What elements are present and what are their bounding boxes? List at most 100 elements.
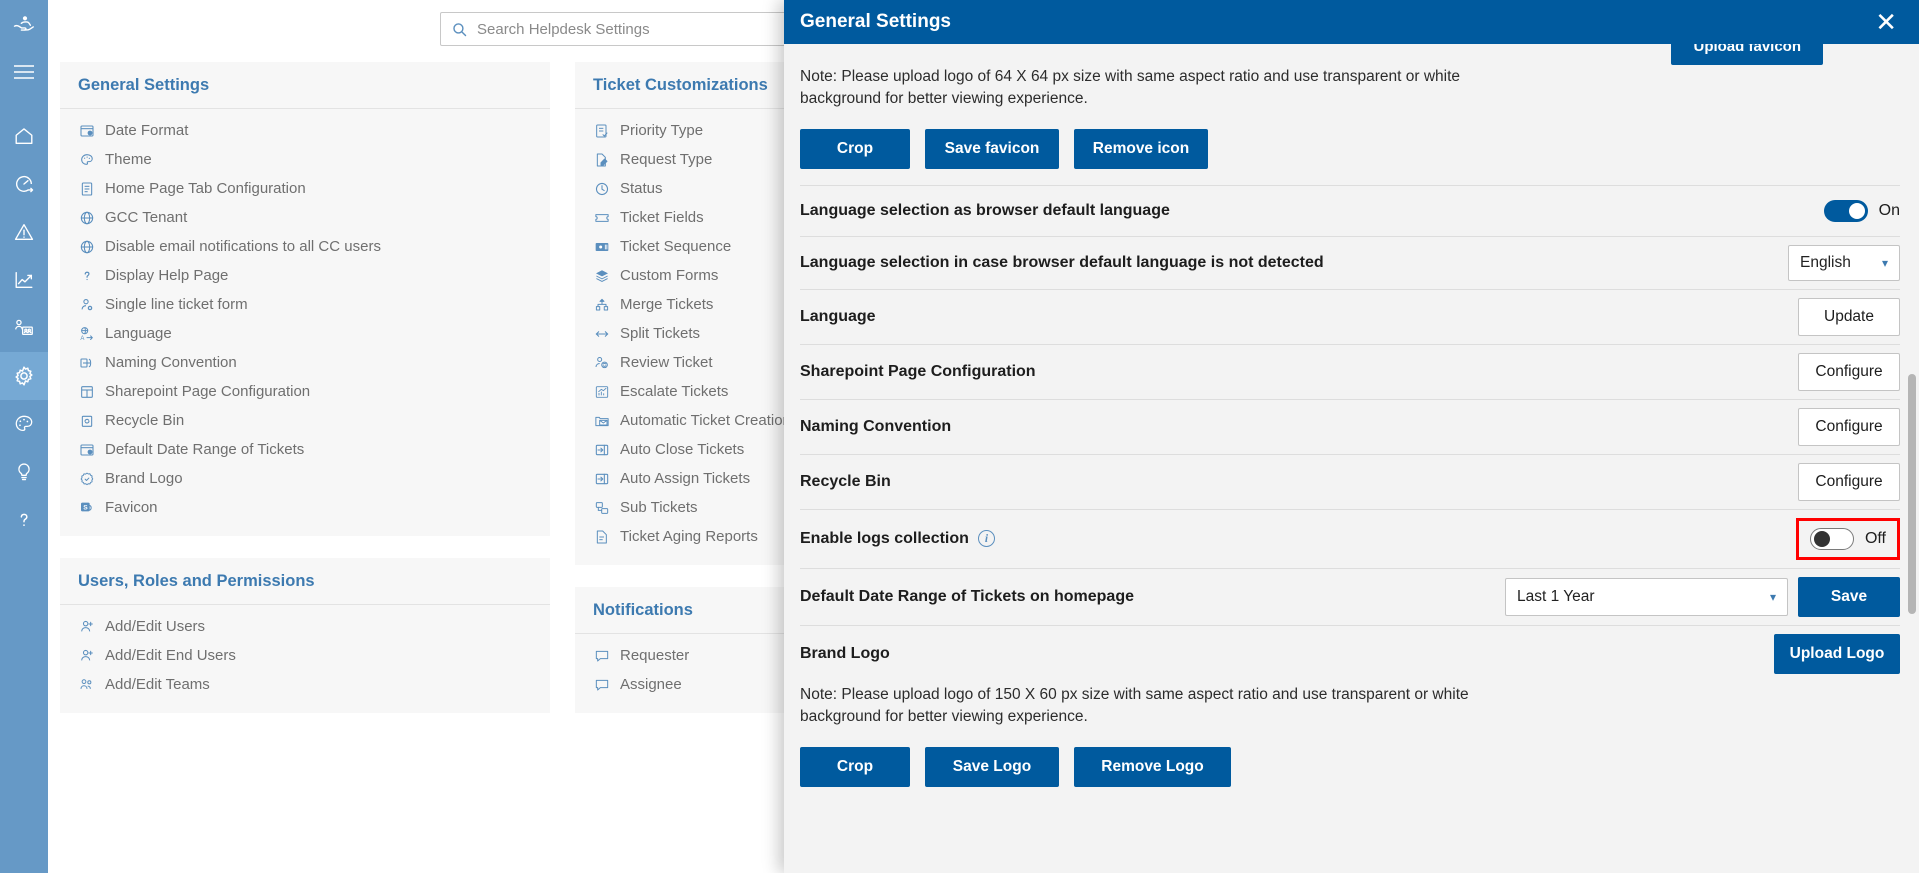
row-control: Upload Logo xyxy=(1774,633,1900,674)
setting-item-home-page-tab-configuration[interactable]: Home Page Tab Configuration xyxy=(60,174,550,203)
setting-label: Ticket Sequence xyxy=(620,238,732,255)
setting-item-disable-email-notifications[interactable]: Disable email notifications to all CC us… xyxy=(60,232,550,261)
setting-item-add-edit-users[interactable]: Add/Edit Users xyxy=(60,612,550,641)
setting-label: Disable email notifications to all CC us… xyxy=(105,238,381,255)
setting-label: Priority Type xyxy=(620,122,704,139)
setting-item-display-help-page[interactable]: Display Help Page xyxy=(60,261,550,290)
dashboard-speedometer-icon[interactable] xyxy=(0,160,48,208)
help-question-icon[interactable] xyxy=(0,496,48,544)
card-users-roles-permissions: Users, Roles and Permissions Add/Edit Us… xyxy=(60,558,550,713)
settings-column-1: General Settings Date Format Theme Home … xyxy=(60,62,550,735)
chevron-down-icon: ▾ xyxy=(1769,589,1776,604)
row-label: Language xyxy=(800,307,876,325)
logs-toggle-highlight-box: Off xyxy=(1795,517,1900,560)
language-update-button[interactable]: Update xyxy=(1798,297,1900,336)
question-mark-icon xyxy=(78,267,95,284)
upload-logo-button[interactable]: Upload Logo xyxy=(1774,633,1900,674)
modal-scrollbar-thumb[interactable] xyxy=(1908,374,1916,614)
teams-presentation-icon[interactable] xyxy=(0,304,48,352)
setting-label: Date Format xyxy=(105,122,189,139)
setting-item-language[interactable]: A Language xyxy=(60,319,550,348)
remove-icon-button[interactable]: Remove icon xyxy=(1074,128,1208,169)
escalate-chart-icon xyxy=(593,383,610,400)
setting-label: Add/Edit Teams xyxy=(105,676,210,693)
globe-icon xyxy=(78,238,95,255)
badge-check-icon xyxy=(78,470,95,487)
general-settings-modal: General Settings ✕ Upload favicon Note: … xyxy=(784,0,1919,873)
row-default-date-range: Default Date Range of Tickets on homepag… xyxy=(800,569,1900,625)
close-icon[interactable]: ✕ xyxy=(1875,9,1897,35)
row-label: Default Date Range of Tickets on homepag… xyxy=(800,587,1134,605)
setting-item-recycle-bin[interactable]: Recycle Bin xyxy=(60,406,550,435)
setting-item-sharepoint-page-configuration[interactable]: Sharepoint Page Configuration xyxy=(60,377,550,406)
row-control: Configure xyxy=(1798,462,1900,501)
recycle-bin-configure-button[interactable]: Configure xyxy=(1798,462,1900,501)
settings-gear-icon[interactable] xyxy=(0,352,48,400)
setting-item-brand-logo[interactable]: Brand Logo xyxy=(60,464,550,493)
setting-label: Auto Assign Tickets xyxy=(620,470,751,487)
row-language-fallback: Language selection in case browser defau… xyxy=(800,237,1900,289)
setting-item-date-format[interactable]: Date Format xyxy=(60,116,550,145)
enable-logs-collection-toggle[interactable] xyxy=(1809,527,1854,550)
setting-item-default-date-range[interactable]: Default Date Range of Tickets xyxy=(60,435,550,464)
setting-item-theme[interactable]: Theme xyxy=(60,145,550,174)
save-favicon-button[interactable]: Save favicon xyxy=(925,128,1059,169)
analytics-chart-icon[interactable] xyxy=(0,256,48,304)
date-range-save-button[interactable]: Save xyxy=(1798,576,1900,617)
row-brand-logo: Brand Logo Upload Logo xyxy=(800,626,1900,682)
add-end-user-icon xyxy=(78,647,95,664)
fallback-language-select[interactable]: English ▾ xyxy=(1788,244,1900,281)
info-icon[interactable]: i xyxy=(977,530,995,548)
save-logo-button[interactable]: Save Logo xyxy=(925,746,1059,787)
setting-item-single-line-ticket-form[interactable]: Single line ticket form xyxy=(60,290,550,319)
upload-favicon-button[interactable]: Upload favicon xyxy=(1671,44,1823,65)
row-language-browser-default: Language selection as browser default la… xyxy=(800,186,1900,236)
setting-label: Split Tickets xyxy=(620,325,701,342)
remove-logo-button[interactable]: Remove Logo xyxy=(1074,746,1231,787)
setting-item-naming-convention[interactable]: Naming Convention xyxy=(60,348,550,377)
modal-header: General Settings ✕ xyxy=(784,0,1919,44)
brand-logo-note: Note: Please upload logo of 150 X 60 px … xyxy=(800,685,1469,726)
row-label: Enable logs collection xyxy=(800,529,969,547)
left-nav-rail xyxy=(0,0,48,873)
setting-label: Recycle Bin xyxy=(105,412,185,429)
add-team-icon xyxy=(78,676,95,693)
toggle-state-label: On xyxy=(1878,201,1900,219)
row-control: English ▾ xyxy=(1788,244,1900,281)
alert-warning-icon[interactable] xyxy=(0,208,48,256)
helping-hand-logo-icon[interactable] xyxy=(0,0,48,48)
recycle-bin-icon xyxy=(78,412,95,429)
favicon-note: Note: Please upload logo of 64 X 64 px s… xyxy=(800,68,1460,108)
lightbulb-idea-icon[interactable] xyxy=(0,448,48,496)
ticket-fields-icon xyxy=(593,209,610,226)
setting-item-favicon[interactable]: S Favicon xyxy=(60,493,550,522)
palette-theme-icon[interactable] xyxy=(0,400,48,448)
hamburger-menu-icon[interactable] xyxy=(0,48,48,96)
browser-default-language-toggle[interactable] xyxy=(1823,199,1868,222)
toggle-knob xyxy=(1813,530,1830,547)
setting-item-gcc-tenant[interactable]: GCC Tenant xyxy=(60,203,550,232)
crop-logo-button[interactable]: Crop xyxy=(800,746,910,787)
card-items: Date Format Theme Home Page Tab Configur… xyxy=(60,109,550,536)
setting-label: Add/Edit End Users xyxy=(105,647,236,664)
default-date-range-select[interactable]: Last 1 Year ▾ xyxy=(1505,577,1788,616)
home-icon[interactable] xyxy=(0,112,48,160)
row-enable-logs-collection: Enable logs collection i Off xyxy=(800,510,1900,568)
translate-language-icon: A xyxy=(78,325,95,342)
setting-label: Sharepoint Page Configuration xyxy=(105,383,311,400)
globe-icon xyxy=(78,209,95,226)
setting-label: Merge Tickets xyxy=(620,296,714,313)
setting-label: Home Page Tab Configuration xyxy=(105,180,306,197)
crop-favicon-button[interactable]: Crop xyxy=(800,128,910,169)
card-general-settings: General Settings Date Format Theme Home … xyxy=(60,62,550,536)
modal-scrollbar[interactable] xyxy=(1908,44,1916,873)
setting-label: Naming Convention xyxy=(105,354,237,371)
automatic-ticket-mail-icon xyxy=(593,412,610,429)
sharepoint-configure-button[interactable]: Configure xyxy=(1798,352,1900,391)
setting-label: Status xyxy=(620,180,663,197)
browser-default-language-toggle-wrap: On xyxy=(1823,199,1900,222)
merge-tickets-icon xyxy=(593,296,610,313)
naming-convention-configure-button[interactable]: Configure xyxy=(1798,407,1900,446)
setting-item-add-edit-teams[interactable]: Add/Edit Teams xyxy=(60,670,550,699)
setting-item-add-edit-end-users[interactable]: Add/Edit End Users xyxy=(60,641,550,670)
